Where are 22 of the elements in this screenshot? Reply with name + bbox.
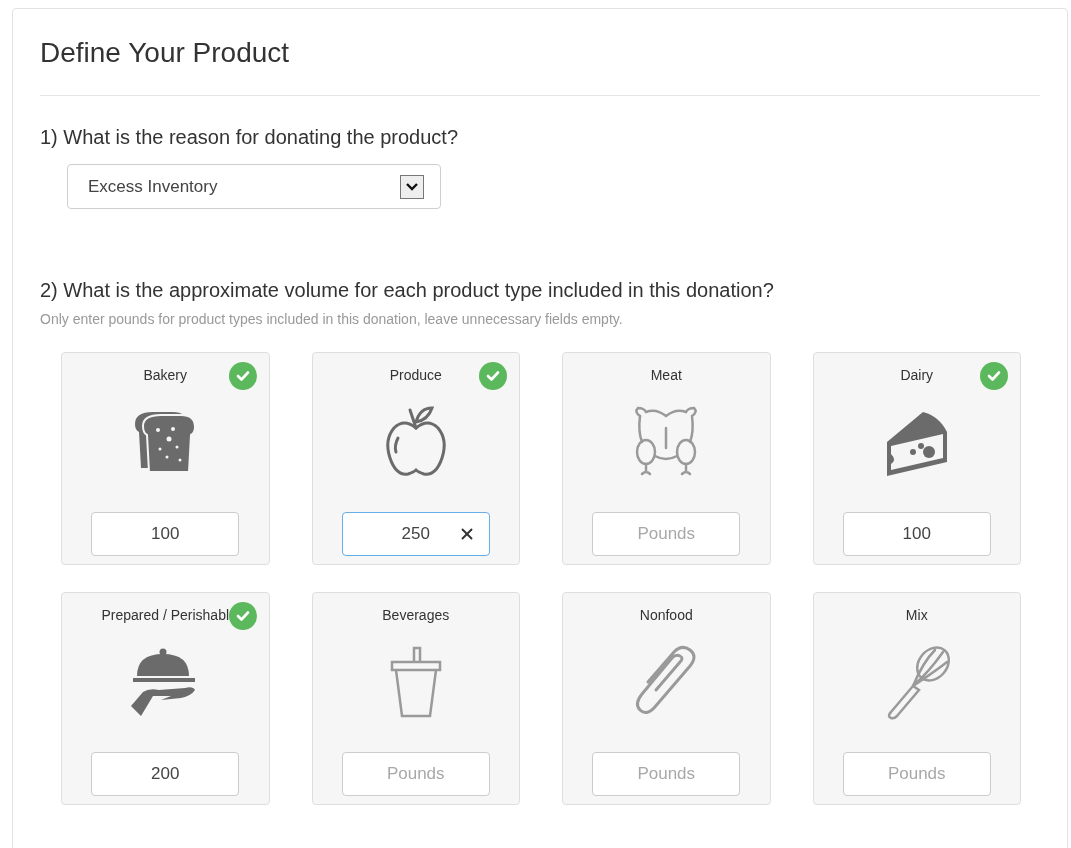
- product-label: Bakery: [143, 366, 188, 385]
- pounds-field[interactable]: 100: [842, 512, 991, 556]
- hint-text: Only enter pounds for product types included in this donation, leave unnecessary fields empty.: [40, 310, 624, 329]
- pounds-field[interactable]: 250: [341, 512, 490, 556]
- product-label: Meat: [650, 366, 682, 385]
- pounds-field[interactable]: Pounds: [842, 752, 991, 796]
- pounds-field[interactable]: Pounds: [592, 512, 741, 556]
- pounds-field[interactable]: Pounds: [592, 752, 741, 796]
- reason-select[interactable]: Excess Inventory: [67, 164, 441, 209]
- product-label: Nonfood: [639, 606, 693, 625]
- pounds-field[interactable]: 100: [91, 512, 240, 556]
- question-label: 2) What is the approximate volume for each product type included in this donation?: [40, 278, 775, 303]
- pounds-field[interactable]: 200: [91, 752, 240, 796]
- product-label: Mix: [905, 606, 928, 625]
- page-title: Define Your Product: [40, 36, 291, 70]
- pounds-field[interactable]: Pounds: [341, 752, 490, 796]
- product-label: Beverages: [382, 606, 450, 625]
- product-label: Prepared / Perishabl: [101, 606, 230, 625]
- product-label: Dairy: [900, 366, 934, 385]
- question-label: 1) What is the reason for donating the product?: [40, 125, 460, 150]
- product-label: Produce: [389, 366, 442, 385]
- chevron-down-icon: [400, 174, 424, 199]
